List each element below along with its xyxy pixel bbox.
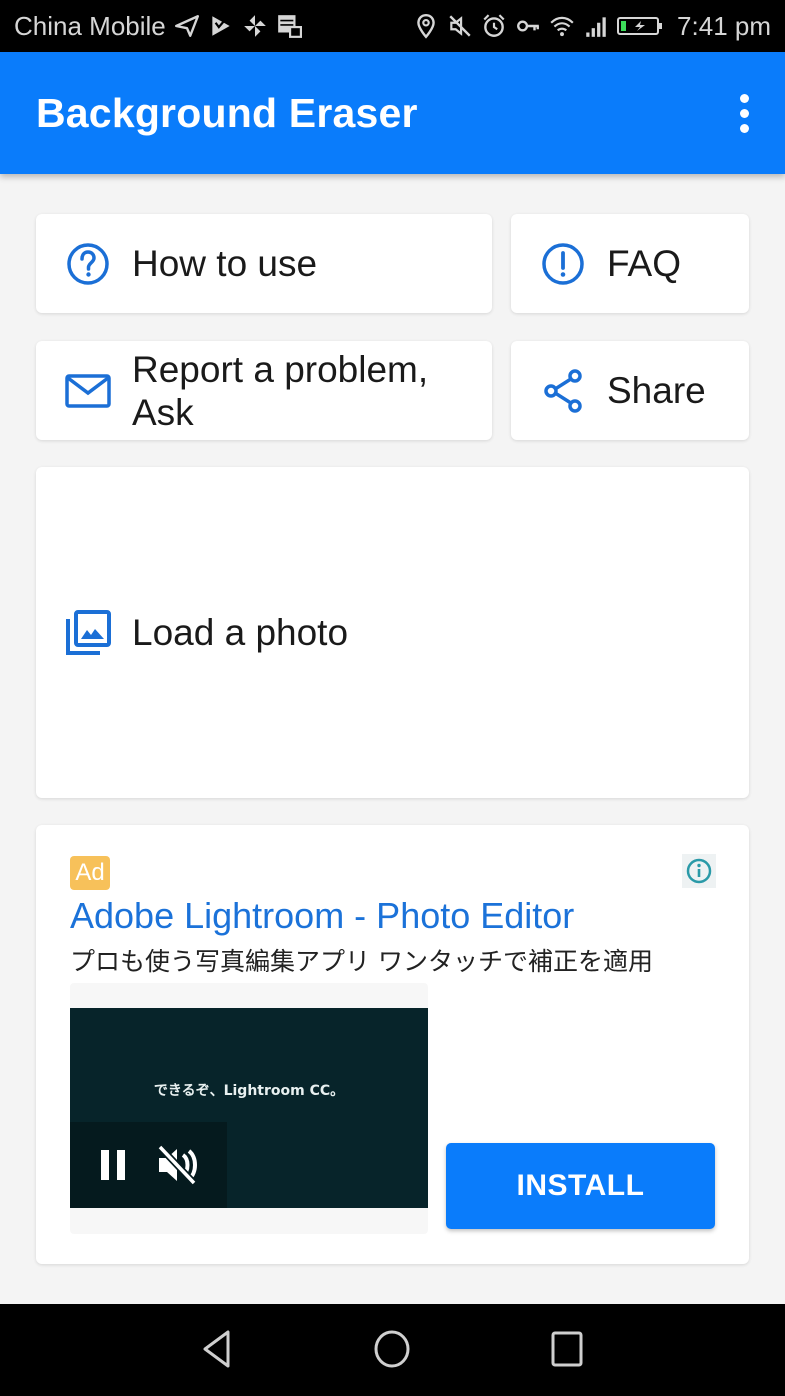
report-problem-button[interactable]: Report a problem, Ask	[36, 341, 492, 440]
vpn-key-icon	[515, 13, 541, 39]
info-icon[interactable]	[682, 854, 716, 888]
ad-media: できるぞ、Lightroom CC。	[70, 983, 428, 1234]
pause-icon[interactable]	[89, 1140, 139, 1190]
mail-icon	[64, 367, 112, 415]
app-title: Background Eraser	[36, 89, 418, 136]
install-button[interactable]: INSTALL	[446, 1143, 715, 1229]
report-problem-label-line1: Report a problem,	[132, 348, 429, 390]
video-controls	[70, 1122, 227, 1208]
more-vertical-icon[interactable]	[729, 88, 759, 138]
stack-notification-icon	[276, 13, 302, 39]
alarm-icon	[481, 13, 507, 39]
app-bar: Background Eraser	[0, 52, 785, 174]
signal-icon	[583, 13, 609, 39]
video-caption: できるぞ、Lightroom CC。	[153, 1083, 345, 1099]
navigation-bar	[0, 1304, 785, 1396]
ad-title-link[interactable]: Adobe Lightroom - Photo Editor	[70, 895, 574, 937]
status-left: China Mobile	[14, 11, 302, 42]
report-problem-label-line2: Ask	[132, 391, 194, 433]
battery-charging-icon	[617, 13, 663, 39]
report-problem-label: Report a problem, Ask	[132, 348, 428, 434]
wifi-icon	[549, 13, 575, 39]
faq-label: FAQ	[607, 243, 682, 284]
share-button[interactable]: Share	[511, 341, 749, 440]
status-bar: China Mobile 7:41 pm	[0, 0, 785, 52]
alert-circle-icon	[539, 240, 587, 288]
location-icon	[413, 13, 439, 39]
ad-card: Ad Adobe Lightroom - Photo Editor プロも使う写…	[36, 825, 749, 1264]
ad-badge: Ad	[70, 856, 110, 890]
clock: 7:41 pm	[677, 10, 771, 41]
status-right: 7:41 pm	[413, 11, 771, 42]
load-photo-button[interactable]: Load a photo	[36, 467, 749, 798]
back-icon[interactable]	[193, 1324, 243, 1374]
how-to-use-button[interactable]: How to use	[36, 214, 492, 313]
menu-dot	[739, 108, 749, 118]
home-icon[interactable]	[367, 1324, 417, 1374]
photo-library-icon	[64, 609, 112, 657]
faq-button[interactable]: FAQ	[511, 214, 749, 313]
how-to-use-label: How to use	[132, 243, 318, 284]
send-icon	[174, 13, 200, 39]
menu-dot	[739, 93, 749, 103]
menu-dot	[739, 123, 749, 133]
pinwheel-icon	[242, 13, 268, 39]
share-icon	[539, 367, 587, 415]
mute-icon	[447, 13, 473, 39]
carrier-name: China Mobile	[14, 10, 166, 41]
volume-off-icon[interactable]	[153, 1140, 203, 1190]
help-circle-icon	[64, 240, 112, 288]
check-flag-icon	[208, 13, 234, 39]
recents-icon[interactable]	[542, 1324, 592, 1374]
share-label: Share	[607, 370, 706, 411]
load-photo-label: Load a photo	[132, 612, 349, 653]
ad-description: プロも使う写真編集アプリ ワンタッチで補正を適用	[70, 947, 653, 976]
ad-video[interactable]: できるぞ、Lightroom CC。	[70, 1008, 428, 1208]
